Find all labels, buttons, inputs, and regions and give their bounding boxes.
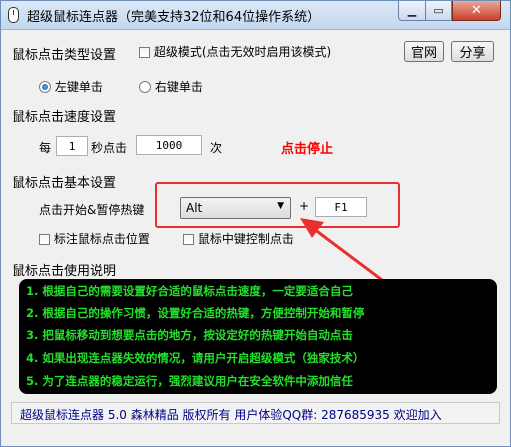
seconds-click-label: 秒点击 [91,141,128,155]
instructions-panel: 1. 根据自己的需要设置好合适的鼠标点击速度，一定要适合自己 2. 根据自己的操… [19,279,497,394]
mark-position-label: 标注鼠标点击位置 [53,232,150,246]
left-click-label: 左键单击 [54,80,103,94]
middle-button-checkbox[interactable] [183,234,194,245]
maximize-button[interactable]: ▭ [426,1,452,21]
super-mode-option[interactable]: 超级模式(点击无效时启用该模式) [139,43,331,60]
right-click-option[interactable]: 右键单击 [139,78,203,95]
plus-label: + [299,199,310,213]
right-click-label: 右键单击 [154,80,203,94]
window-title: 超级鼠标连点器（完美支持32位和64位操作系统） [27,10,321,25]
content-area: 鼠标点击类型设置 超级模式(点击无效时启用该模式) 官网 分享 左键单击 右键单… [8,30,503,440]
middle-button-label: 鼠标中键控制点击 [197,232,294,246]
maximize-icon: ▭ [433,4,444,17]
main-window: 超级鼠标连点器（完美支持32位和64位操作系统） ▁ ▭ ✕ 鼠标点击类型设置 … [0,0,511,447]
super-mode-checkbox[interactable] [139,47,150,58]
instruction-line: 3. 把鼠标移动到想要点击的地方，按设定好的热键开始自动点击 [26,328,353,342]
status-bar: 超级鼠标连点器 5.0 森林精品 版权所有 用户体验QQ群: 287685935… [11,402,500,424]
modifier-key-select[interactable]: Alt ▼ [180,197,291,219]
instructions-heading: 鼠标点击使用说明 [12,264,117,279]
click-count-input[interactable]: 1000 [136,135,202,155]
mark-position-checkbox[interactable] [39,234,50,245]
right-click-radio[interactable] [139,81,151,93]
times-label: 次 [210,141,223,155]
chevron-down-icon: ▼ [277,201,284,211]
copyright-text: 超级鼠标连点器 5.0 森林精品 版权所有 用户体验QQ群: 287685935… [20,408,442,422]
middle-button-option[interactable]: 鼠标中键控制点击 [183,230,294,247]
official-site-label: 官网 [410,46,437,61]
instruction-line: 2. 根据自己的操作习惯，设置好合适的热键，方便控制开始和暂停 [26,306,365,320]
instruction-line: 4. 如果出现连点器失效的情况，请用户开启超级模式（独家技术） [26,351,365,365]
hotkey-key-input[interactable]: F1 [315,197,367,217]
close-icon: ✕ [471,3,482,18]
share-label: 分享 [459,46,486,61]
instruction-line: 5. 为了连点器的稳定运行，强烈建议用户在安全软件中添加信任 [26,374,353,388]
close-button[interactable]: ✕ [452,1,501,21]
mouse-icon [8,7,19,23]
instruction-line: 1. 根据自己的需要设置好合适的鼠标点击速度，一定要适合自己 [26,284,353,298]
mark-position-option[interactable]: 标注鼠标点击位置 [39,230,150,247]
click-status-text: 点击停止 [281,142,334,157]
every-label: 每 [39,141,52,155]
speed-heading: 鼠标点击速度设置 [12,110,117,125]
super-mode-label: 超级模式(点击无效时启用该模式) [153,45,332,59]
minimize-button[interactable]: ▁ [398,1,426,21]
hotkey-label: 点击开始&暂停热键 [39,203,145,217]
seconds-input[interactable]: 1 [56,136,88,156]
modifier-key-value: Alt [186,201,203,215]
basic-settings-heading: 鼠标点击基本设置 [12,176,117,191]
share-button[interactable]: 分享 [451,41,494,62]
official-site-button[interactable]: 官网 [404,41,444,62]
left-click-option[interactable]: 左键单击 [39,78,103,95]
left-click-radio[interactable] [39,81,51,93]
minimize-icon: ▁ [407,4,417,17]
title-bar[interactable]: 超级鼠标连点器（完美支持32位和64位操作系统） ▁ ▭ ✕ [1,1,510,30]
click-type-heading: 鼠标点击类型设置 [12,48,117,63]
